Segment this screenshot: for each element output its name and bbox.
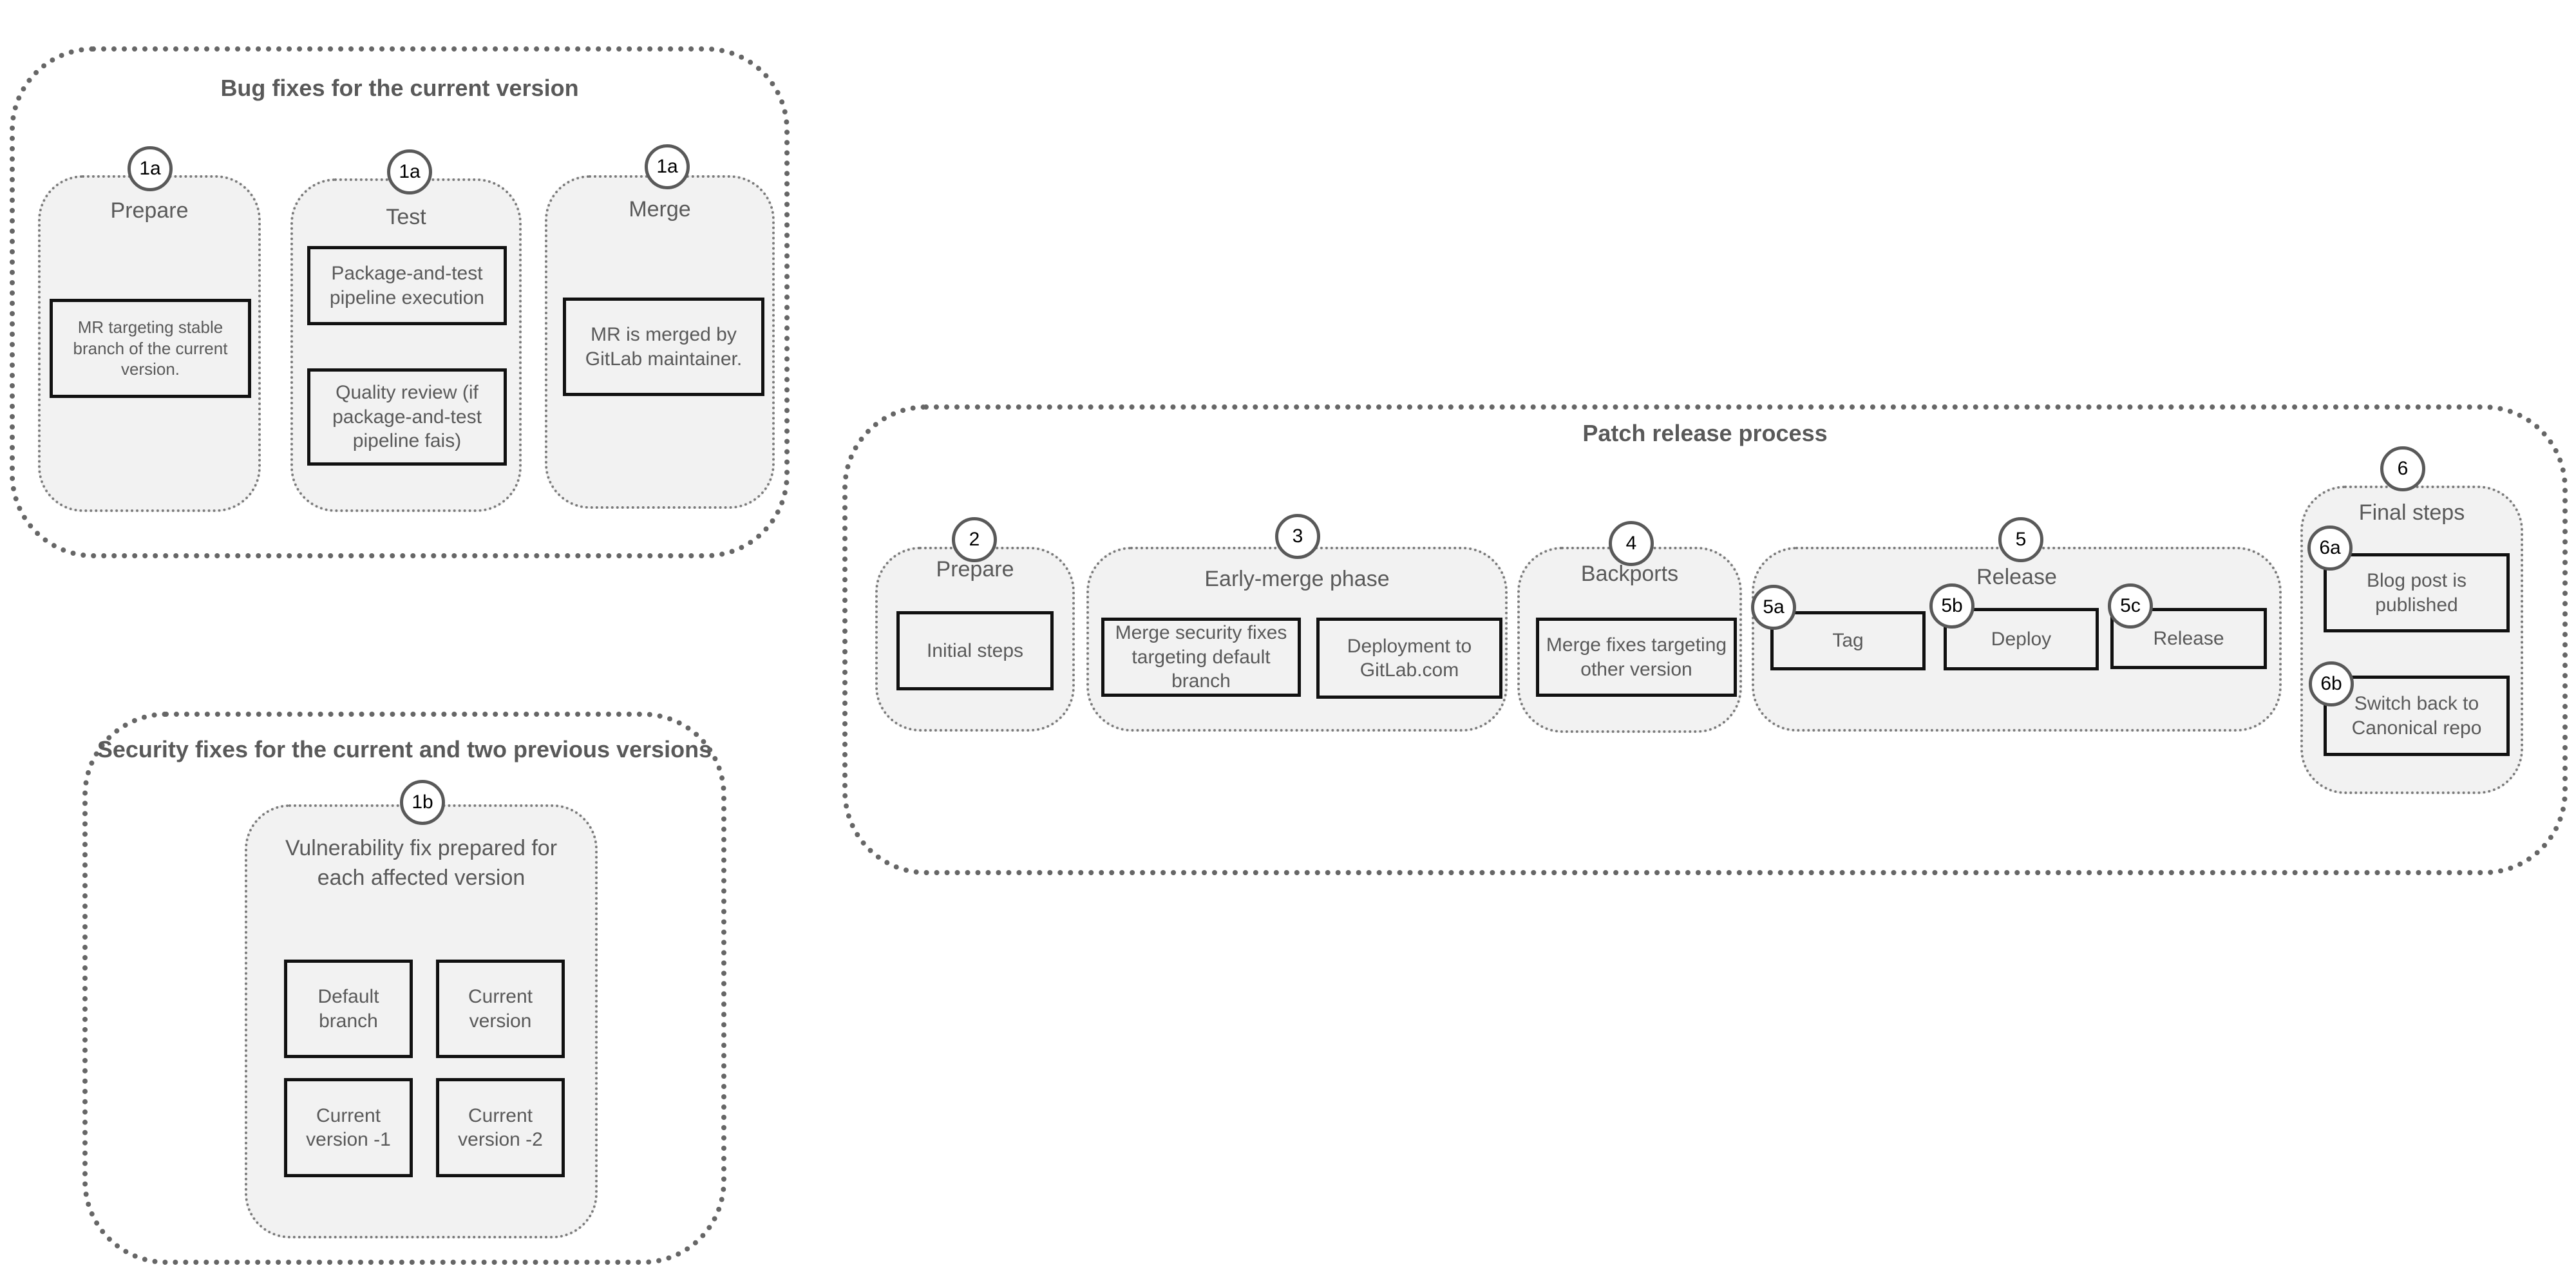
blog-post-box: Blog post is published [2324, 553, 2510, 632]
tag-box: Tag [1770, 611, 1926, 670]
vulnerability-fix-label-line2: each affected version [317, 866, 526, 890]
step-badge-2: 2 [952, 517, 997, 562]
step-badge-5b: 5b [1929, 583, 1975, 629]
step-badge-1a-test: 1a [387, 149, 432, 194]
final-steps-label: Final steps [2358, 500, 2465, 525]
current-version-minus-2-box: Current version -2 [436, 1078, 565, 1177]
initial-steps-box: Initial steps [896, 611, 1054, 690]
step-badge-1a-prepare: 1a [128, 146, 173, 191]
step-badge-3: 3 [1275, 514, 1320, 559]
merge-fixes-other-version-box: Merge fixes targeting other version [1536, 618, 1737, 697]
step-badge-6: 6 [2380, 446, 2425, 491]
mr-targeting-stable-box: MR targeting stable branch of the curren… [50, 299, 251, 398]
early-merge-label: Early-merge phase [1204, 567, 1390, 591]
step-badge-5a: 5a [1751, 585, 1796, 630]
release-label: Release [1976, 565, 2057, 589]
security-fixes-title: Security fixes for the current and two p… [97, 736, 712, 762]
bug-merge-label: Merge [629, 197, 691, 222]
bug-prepare-label: Prepare [110, 198, 189, 223]
step-badge-6b: 6b [2309, 661, 2354, 706]
step-badge-5: 5 [1998, 517, 2043, 562]
mr-merged-box: MR is merged by GitLab maintainer. [563, 298, 764, 396]
bug-fixes-title: Bug fixes for the current version [220, 75, 579, 101]
bug-test-label: Test [386, 205, 426, 229]
step-badge-1b: 1b [400, 780, 445, 825]
step-badge-1a-merge: 1a [645, 144, 690, 189]
step-badge-5c: 5c [2108, 583, 2153, 629]
deployment-gitlab-box: Deployment to GitLab.com [1316, 618, 1502, 699]
current-version-box: Current version [436, 960, 565, 1058]
merge-security-fixes-box: Merge security fixes targeting default b… [1101, 618, 1301, 697]
step-badge-4: 4 [1609, 521, 1654, 566]
vulnerability-fix-label-line1: Vulnerability fix prepared for [285, 836, 558, 860]
default-branch-box: Default branch [284, 960, 413, 1058]
package-and-test-box: Package-and-test pipeline execution [307, 246, 507, 325]
quality-review-box: Quality review (if package-and-test pipe… [307, 368, 507, 466]
step-badge-6a: 6a [2307, 526, 2353, 571]
current-version-minus-1-box: Current version -1 [284, 1078, 413, 1177]
patch-release-title: Patch release process [1582, 420, 1828, 446]
